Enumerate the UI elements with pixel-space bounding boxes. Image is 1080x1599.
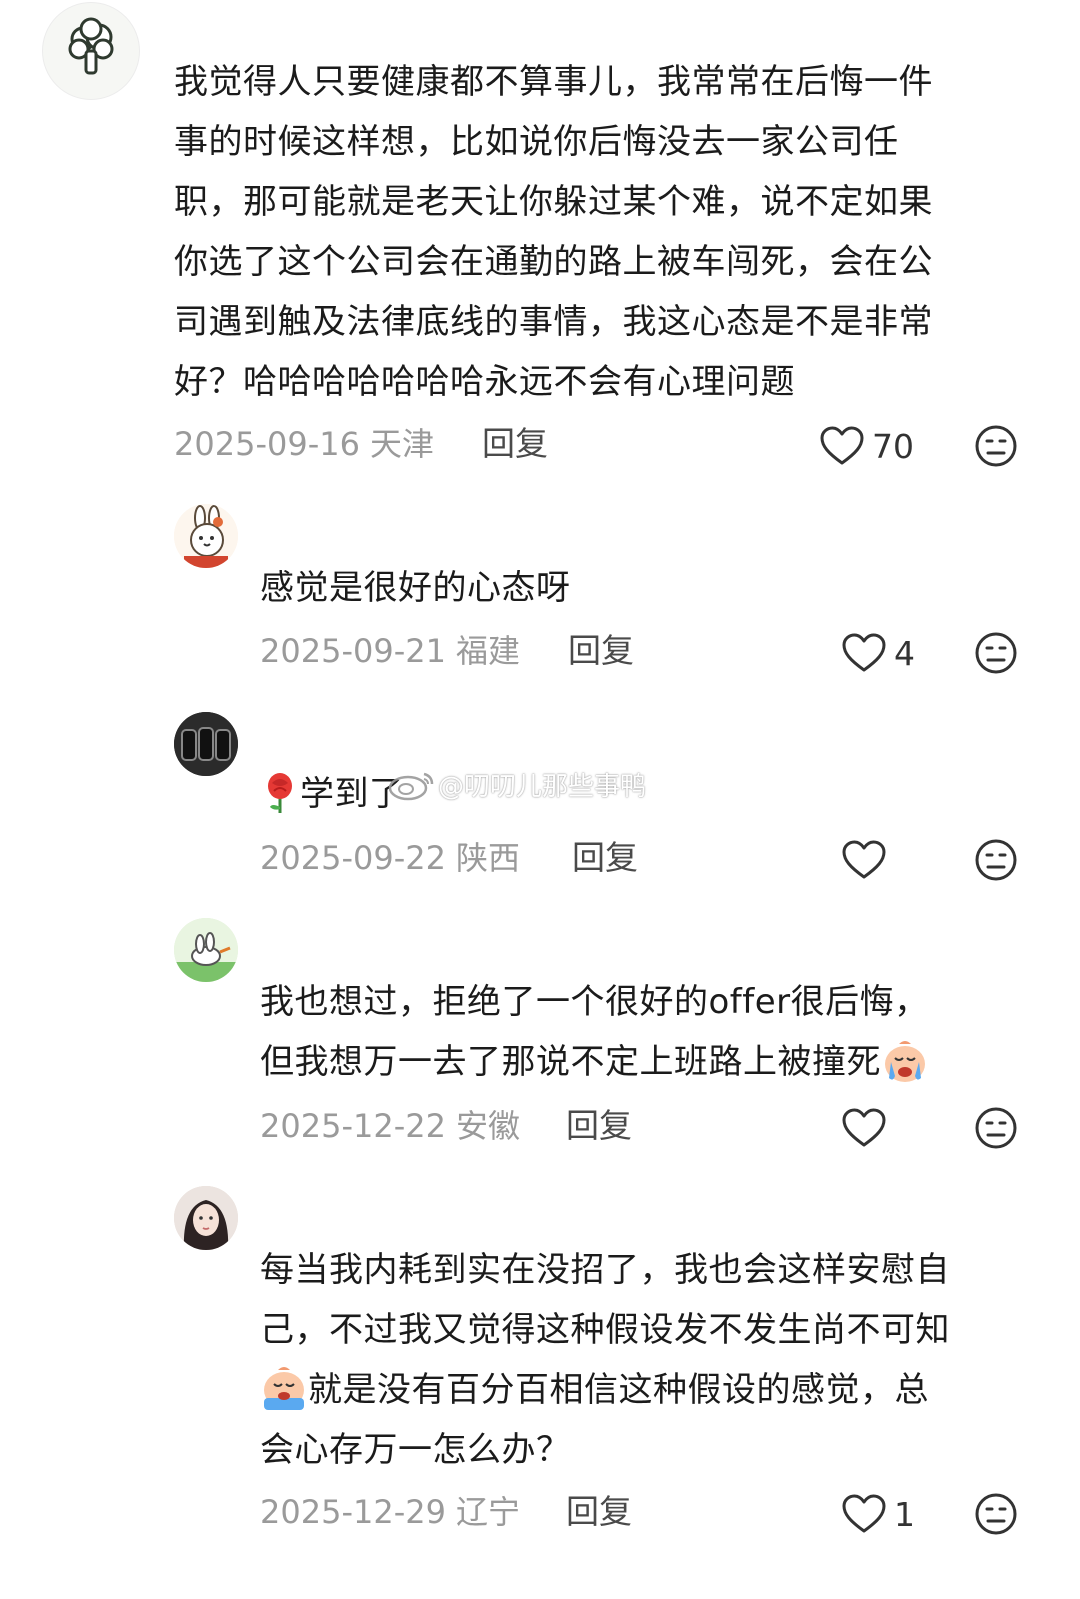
neutral-face-icon	[975, 839, 1017, 881]
reply-button[interactable]: 回复	[572, 838, 638, 878]
comment-text-content: 就是没有百分百相信这种假设的感觉，总	[308, 1370, 929, 1410]
heart-outline-icon	[842, 840, 886, 879]
dislike-button[interactable]	[974, 424, 1018, 468]
comment-region: 辽宁	[455, 1493, 520, 1531]
dark-photo-icon	[174, 712, 238, 776]
comment-line: 你选了这个公司会在通勤的路上被车闯死，会在公	[174, 242, 933, 282]
comment-line: 就是没有百分百相信这种假设的感觉，总	[260, 1360, 950, 1420]
comment-meta: 2025-12-29 辽宁	[260, 1492, 520, 1532]
comment-line: 但我想万一去了那说不定上班路上被撞死	[260, 1032, 929, 1092]
rose-emoji-icon	[268, 772, 292, 813]
like-button[interactable]	[842, 1106, 894, 1150]
comment-meta: 2025-09-21 福建	[260, 631, 520, 671]
avatar[interactable]	[174, 504, 238, 568]
like-count: 70	[872, 426, 914, 466]
reply-button[interactable]: 回复	[482, 424, 548, 464]
comment-line: 职，那可能就是老天让你躲过某个难，说不定如果	[174, 182, 933, 222]
avatar[interactable]	[174, 918, 238, 982]
comment-region: 安徽	[455, 1107, 520, 1145]
comment-text: 感觉是很好的心态呀	[260, 558, 571, 618]
like-button[interactable]: 70	[820, 424, 914, 468]
comment-line: 每当我内耗到实在没招了，我也会这样安慰自	[260, 1250, 950, 1290]
comment-date: 2025-09-16	[174, 425, 360, 463]
reply-button[interactable]: 回复	[566, 1106, 632, 1146]
avatar[interactable]	[174, 712, 238, 776]
comment-meta: 2025-09-22 陕西	[260, 838, 520, 878]
comment-line: 我觉得人只要健康都不算事儿，我常常在后悔一件	[174, 62, 933, 102]
comment-text: 每当我内耗到实在没招了，我也会这样安慰自 己，不过我又觉得这种假设发不发生尚不可…	[260, 1240, 950, 1480]
comment-text: 我也想过，拒绝了一个很好的offer很后悔， 但我想万一去了那说不定上班路上被撞…	[260, 972, 929, 1092]
avatar[interactable]	[174, 1186, 238, 1250]
comment-line: 会心存万一怎么办？	[260, 1430, 571, 1470]
comment-region: 福建	[455, 632, 520, 670]
dislike-button[interactable]	[974, 1492, 1018, 1536]
weibo-logo-icon	[388, 772, 434, 800]
heart-outline-icon	[842, 1494, 886, 1533]
comment-meta: 2025-12-22 安徽	[260, 1106, 520, 1146]
comment-text: 学到了	[260, 764, 404, 824]
comment-line: 好？哈哈哈哈哈哈哈永远不会有心理问题	[174, 362, 795, 402]
like-count: 4	[894, 633, 915, 673]
comment-meta: 2025-09-16 天津	[174, 424, 434, 464]
watermark-text: @叨叨儿那些事鸭	[438, 772, 647, 802]
neutral-face-icon	[975, 425, 1017, 467]
comment-line: 我也想过，拒绝了一个很好的offer很后悔，	[260, 982, 929, 1022]
reply-button[interactable]: 回复	[568, 631, 634, 671]
comment-line: 感觉是很好的心态呀	[260, 568, 571, 608]
comment-line: 学到了	[260, 764, 404, 824]
reply-button[interactable]: 回复	[566, 1492, 632, 1532]
crying-face-emoji-icon	[885, 1040, 925, 1082]
like-button[interactable]	[842, 838, 894, 882]
comment-text: 我觉得人只要健康都不算事儿，我常常在后悔一件 事的时候这样想，比如说你后悔没去一…	[174, 52, 933, 412]
neutral-face-icon	[975, 1493, 1017, 1535]
like-count: 1	[894, 1494, 915, 1534]
dislike-button[interactable]	[974, 631, 1018, 675]
dislike-button[interactable]	[974, 838, 1018, 882]
comment-date: 2025-09-22	[260, 839, 446, 877]
like-button[interactable]: 4	[842, 631, 915, 675]
avatar[interactable]	[42, 2, 140, 100]
girl-photo-icon	[174, 1186, 238, 1250]
comment-date: 2025-12-22	[260, 1107, 446, 1145]
comment-line: 己，不过我又觉得这种假设发不发生尚不可知	[260, 1310, 950, 1350]
comment-date: 2025-09-21	[260, 632, 446, 670]
comment-text-content: 但我想万一去了那说不定上班路上被撞死	[260, 1042, 881, 1082]
neutral-face-icon	[975, 1107, 1017, 1149]
comment-line: 司遇到触及法律底线的事情，我这心态是不是非常	[174, 302, 933, 342]
broccoli-icon	[68, 17, 114, 75]
cartoon-bunny-icon	[174, 504, 238, 568]
comment-line: 事的时候这样想，比如说你后悔没去一家公司任	[174, 122, 899, 162]
comment-date: 2025-12-29	[260, 1493, 446, 1531]
crying-face-emoji-icon	[264, 1366, 304, 1410]
dislike-button[interactable]	[974, 1106, 1018, 1150]
heart-outline-icon	[820, 426, 864, 465]
like-button[interactable]: 1	[842, 1492, 915, 1536]
comment-region: 陕西	[455, 839, 520, 877]
green-bunny-icon	[174, 918, 238, 982]
heart-outline-icon	[842, 1108, 886, 1147]
neutral-face-icon	[975, 632, 1017, 674]
heart-outline-icon	[842, 633, 886, 672]
comment-region: 天津	[369, 425, 434, 463]
watermark: @叨叨儿那些事鸭	[386, 766, 646, 803]
